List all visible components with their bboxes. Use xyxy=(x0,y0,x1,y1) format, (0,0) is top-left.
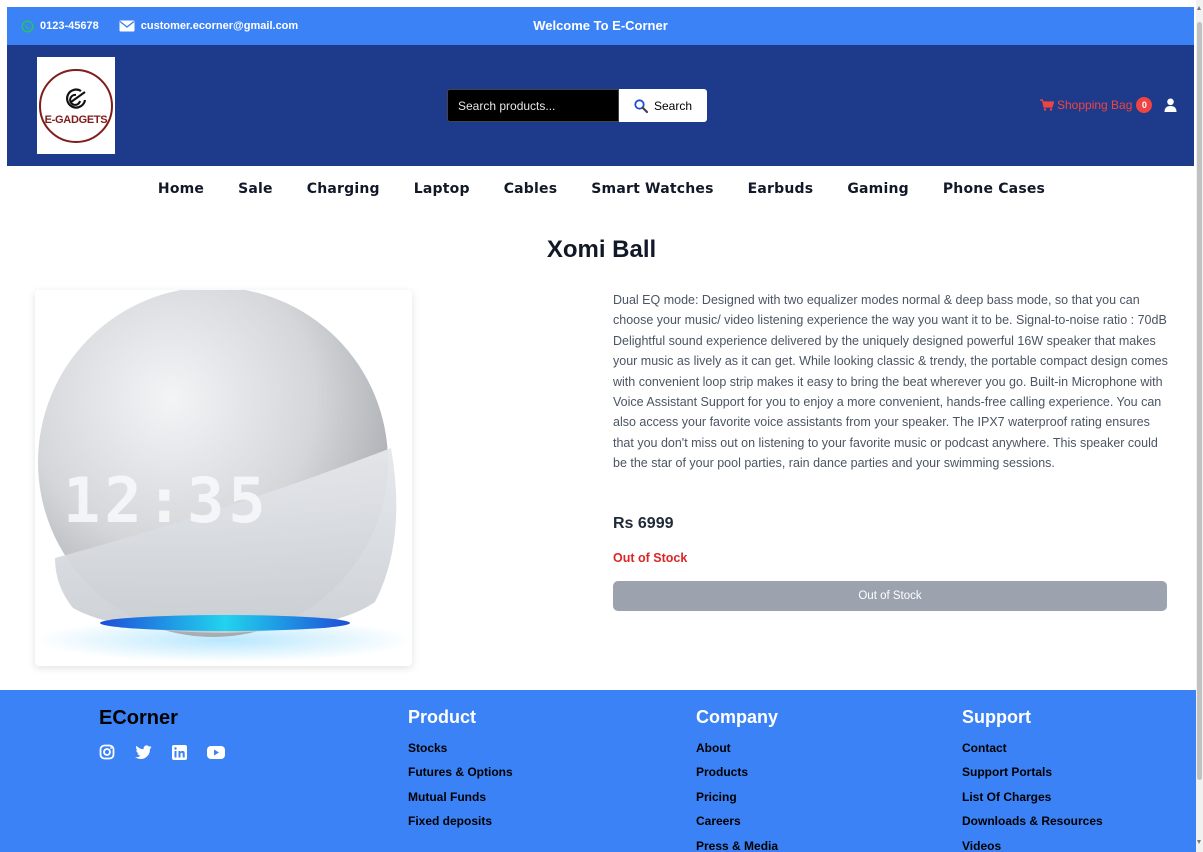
logo-mark-icon xyxy=(66,87,87,109)
smart-speaker-image: 12:35 xyxy=(35,290,412,662)
nav-item-laptop[interactable]: Laptop xyxy=(414,181,470,197)
nav-item-home[interactable]: Home xyxy=(158,181,204,197)
page-scrollbar[interactable] xyxy=(1196,0,1203,852)
out-of-stock-button[interactable]: Out of Stock xyxy=(613,581,1167,611)
nav-item-earbuds[interactable]: Earbuds xyxy=(748,181,814,197)
scroll-up-arrow-icon[interactable] xyxy=(1197,6,1201,10)
shopping-bag[interactable]: Shopping Bag 0 xyxy=(1040,97,1177,113)
search-button-label: Search xyxy=(653,98,693,113)
nav-item-phone-cases[interactable]: Phone Cases xyxy=(943,181,1045,197)
linkedin-icon[interactable] xyxy=(172,744,187,760)
nav-item-cables[interactable]: Cables xyxy=(504,181,558,197)
nav-item-gaming[interactable]: Gaming xyxy=(847,181,909,197)
twitter-icon[interactable] xyxy=(135,745,152,759)
nav-item-charging[interactable]: Charging xyxy=(307,181,380,197)
nav-item-sale[interactable]: Sale xyxy=(238,181,273,197)
footer-brand: ECorner xyxy=(99,707,178,729)
stock-status: Out of Stock xyxy=(613,551,688,565)
footer-link-products[interactable]: Products xyxy=(696,765,778,789)
search-icon xyxy=(634,98,648,113)
footer-heading-company: Company xyxy=(696,707,779,727)
footer-link-futures-options[interactable]: Futures & Options xyxy=(408,765,513,789)
category-nav: Home Sale Charging Laptop Cables Smart W… xyxy=(0,166,1203,212)
logo-ring: E-GADGETS xyxy=(39,68,113,143)
footer-link-support-portals[interactable]: Support Portals xyxy=(962,765,1103,789)
scrollbar-thumb[interactable] xyxy=(1197,22,1202,780)
footer-brand-column: ECorner xyxy=(99,707,245,760)
footer-link-downloads-resources[interactable]: Downloads & Resources xyxy=(962,814,1103,838)
footer-link-pricing[interactable]: Pricing xyxy=(696,790,778,814)
footer-link-press-media[interactable]: Press & Media xyxy=(696,839,778,852)
product-title: Xomi Ball xyxy=(546,236,657,263)
bag-count-badge: 0 xyxy=(1136,97,1153,113)
footer-link-list-of-charges[interactable]: List Of Charges xyxy=(962,790,1103,814)
footer-link-careers[interactable]: Careers xyxy=(696,814,778,838)
cart-icon xyxy=(1040,99,1054,111)
footer-link-videos[interactable]: Videos xyxy=(962,839,1103,852)
footer-heading-product: Product xyxy=(408,707,477,727)
instagram-icon[interactable] xyxy=(99,744,115,760)
speaker-clock-display: 12:35 xyxy=(63,464,270,537)
top-bar: 0123-45678 customer.ecorner@gmail.com We… xyxy=(7,7,1194,45)
social-links xyxy=(99,744,245,760)
footer-link-mutual-funds[interactable]: Mutual Funds xyxy=(408,790,513,814)
footer-support-column: Support Contact Support Portals List Of … xyxy=(962,707,1103,852)
search-input[interactable] xyxy=(447,89,619,122)
footer-product-column: Product Stocks Futures & Options Mutual … xyxy=(408,707,513,839)
search-button[interactable]: Search xyxy=(619,89,707,122)
footer-link-contact[interactable]: Contact xyxy=(962,741,1103,765)
welcome-text: Welcome To E-Corner xyxy=(533,18,668,33)
footer-link-fixed-deposits[interactable]: Fixed deposits xyxy=(408,814,513,838)
product-image: 12:35 xyxy=(35,290,412,666)
nav-item-smart-watches[interactable]: Smart Watches xyxy=(591,181,713,197)
header: E-GADGETS Search Shopping Bag 0 xyxy=(7,45,1194,166)
footer: ECorner Product Stocks Futures & Options… xyxy=(0,690,1196,852)
logo-text: E-GADGETS xyxy=(44,113,108,126)
footer-heading-support: Support xyxy=(962,707,1031,727)
youtube-icon[interactable] xyxy=(207,745,225,759)
footer-link-stocks[interactable]: Stocks xyxy=(408,741,513,765)
shopping-bag-label: Shopping Bag xyxy=(1057,98,1133,112)
search-bar: Search xyxy=(447,89,707,122)
site-logo[interactable]: E-GADGETS xyxy=(37,57,115,154)
product-price: Rs 6999 xyxy=(613,515,674,532)
user-icon[interactable] xyxy=(1164,98,1177,112)
footer-link-about[interactable]: About xyxy=(696,741,778,765)
product-description: Dual EQ mode: Designed with two equalize… xyxy=(613,293,1168,471)
footer-company-column: Company About Products Pricing Careers P… xyxy=(696,707,778,852)
scroll-down-arrow-icon[interactable] xyxy=(1197,840,1201,844)
